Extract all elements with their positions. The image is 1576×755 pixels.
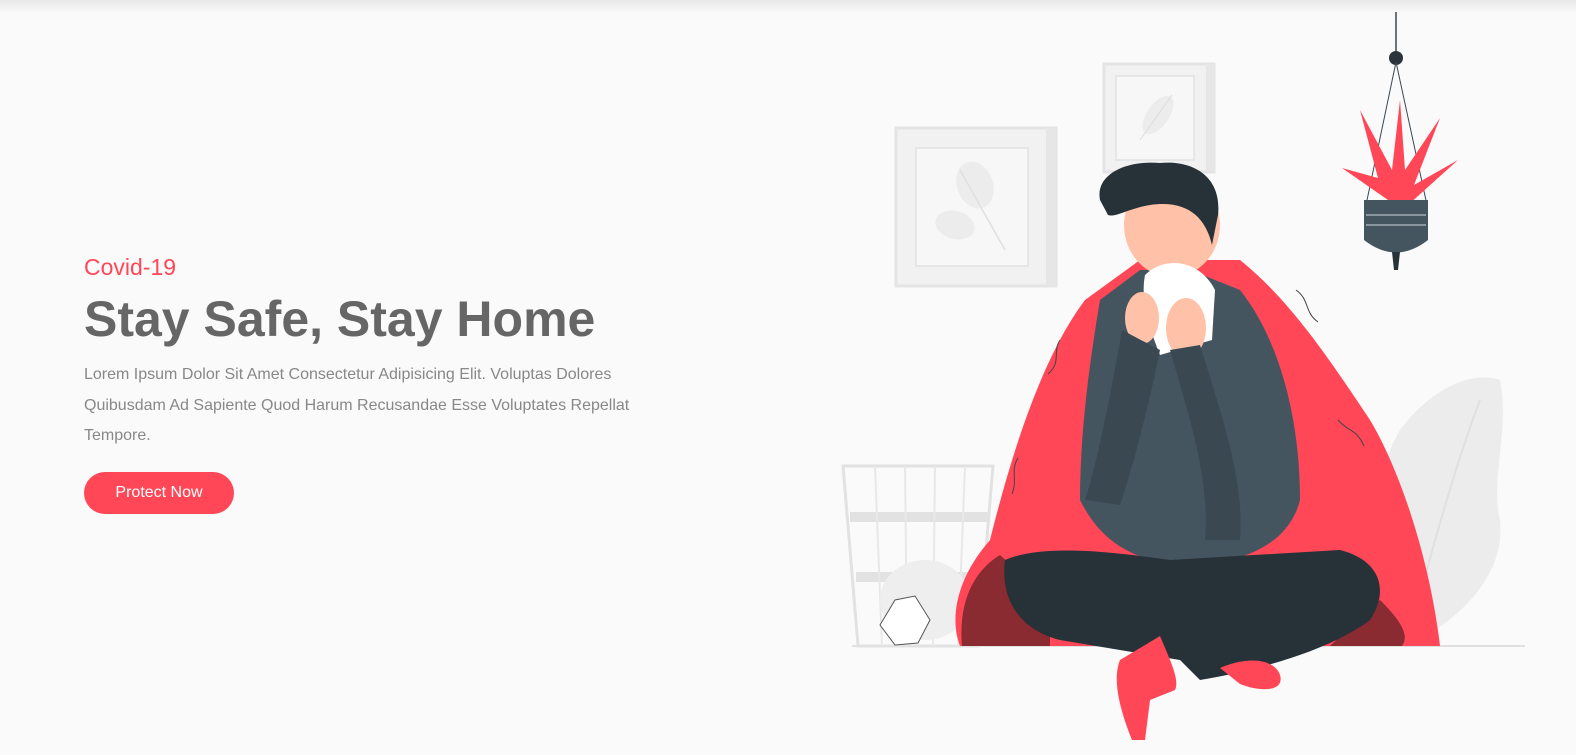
hero-section: Covid-19 Stay Safe, Stay Home Lorem Ipsu… (0, 0, 1576, 755)
hero-description: Lorem Ipsum Dolor Sit Amet Consectetur A… (84, 366, 630, 444)
picture-frame-large (894, 126, 1058, 288)
picture-frame-small (1102, 62, 1216, 174)
hero-eyebrow: Covid-19 (84, 254, 177, 280)
hero-content: Covid-19 Stay Safe, Stay Home Lorem Ipsu… (84, 252, 664, 514)
protect-now-button[interactable]: Protect Now (84, 471, 234, 514)
hero-title: Stay Safe, Stay Home (84, 291, 596, 347)
hanging-plant (1342, 12, 1458, 270)
sick-person-illustration (841, 12, 1525, 740)
